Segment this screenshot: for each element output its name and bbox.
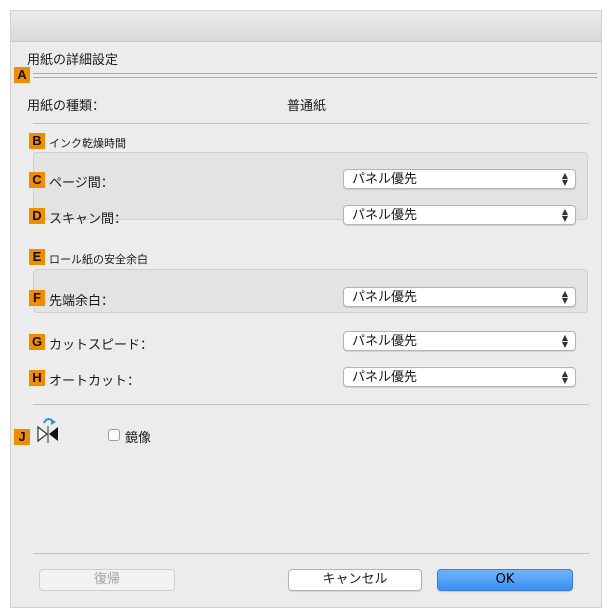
mirror-label: 鏡像 bbox=[125, 431, 152, 446]
badge-b: B bbox=[29, 133, 45, 149]
cancel-button[interactable]: キャンセル bbox=[288, 569, 422, 591]
between-scans-select-value: パネル優先 bbox=[352, 208, 418, 223]
badge-f: F bbox=[29, 290, 45, 306]
auto-cut-select-value: パネル優先 bbox=[352, 370, 418, 385]
auto-cut-label: オートカット： bbox=[49, 374, 141, 389]
badge-h: H bbox=[29, 370, 45, 386]
badge-j: J bbox=[14, 429, 30, 445]
media-divider bbox=[33, 123, 589, 124]
title-divider-bottom bbox=[33, 77, 597, 78]
options-divider bbox=[33, 404, 589, 405]
mirror-flip-icon bbox=[35, 415, 61, 447]
cut-speed-label: カットスピード： bbox=[49, 338, 154, 353]
roll-margin-heading: ロール紙の安全余白 bbox=[49, 253, 148, 266]
badge-a: A bbox=[14, 67, 30, 83]
cut-speed-select-value: パネル優先 bbox=[352, 334, 418, 349]
title-divider-top bbox=[33, 73, 597, 74]
updown-chevron-icon: ▲ ▼ bbox=[561, 289, 568, 305]
cut-speed-select[interactable]: パネル優先 ▲ ▼ bbox=[343, 331, 576, 351]
window-titlebar[interactable] bbox=[11, 11, 601, 42]
between-pages-select[interactable]: パネル優先 ▲ ▼ bbox=[343, 169, 576, 189]
dialog-title: 用紙の詳細設定 bbox=[27, 53, 119, 68]
ok-button[interactable]: OK bbox=[437, 569, 573, 591]
mirror-checkbox[interactable] bbox=[108, 429, 120, 441]
leading-edge-select-value: パネル優先 bbox=[352, 290, 418, 305]
between-scans-select[interactable]: パネル優先 ▲ ▼ bbox=[343, 205, 576, 225]
updown-chevron-icon: ▲ ▼ bbox=[561, 171, 568, 187]
leading-edge-label: 先端余白： bbox=[49, 294, 115, 309]
updown-chevron-icon: ▲ ▼ bbox=[561, 369, 568, 385]
between-pages-select-value: パネル優先 bbox=[352, 172, 418, 187]
leading-edge-select[interactable]: パネル優先 ▲ ▼ bbox=[343, 287, 576, 307]
ink-drying-heading: インク乾燥時間 bbox=[49, 137, 126, 150]
between-pages-label: ページ間： bbox=[49, 176, 114, 191]
footer-divider bbox=[33, 553, 589, 554]
auto-cut-select[interactable]: パネル優先 ▲ ▼ bbox=[343, 367, 576, 387]
badge-d: D bbox=[29, 208, 45, 224]
updown-chevron-icon: ▲ ▼ bbox=[561, 333, 568, 349]
badge-g: G bbox=[29, 334, 45, 350]
restore-button[interactable]: 復帰 bbox=[39, 569, 175, 591]
between-scans-label: スキャン間： bbox=[49, 212, 128, 227]
badge-c: C bbox=[29, 172, 45, 188]
badge-e: E bbox=[29, 249, 45, 265]
updown-chevron-icon: ▲ ▼ bbox=[561, 207, 568, 223]
media-type-label: 用紙の種類： bbox=[27, 99, 106, 114]
paper-detail-settings-dialog: 用紙の詳細設定 A 用紙の種類： 普通紙 B インク乾燥時間 C ページ間： パ… bbox=[10, 10, 602, 608]
media-type-value: 普通紙 bbox=[287, 99, 327, 114]
